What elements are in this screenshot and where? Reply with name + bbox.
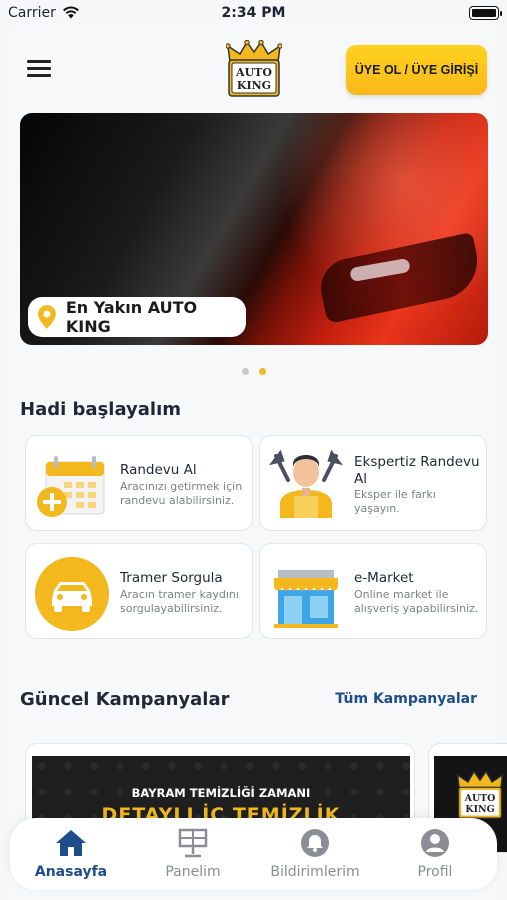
nav-label: Anasayfa <box>34 864 108 880</box>
nearest-branch-button[interactable]: En Yakın AUTO KING <box>28 297 246 337</box>
nav-item-home[interactable]: Anasayfa <box>16 828 126 880</box>
card-expertise[interactable]: Ekspertiz Randevu Al Eksper ile farkı ya… <box>259 435 487 531</box>
card-description: Online market ile alışveriş yapabilirsin… <box>354 588 479 615</box>
card-description: Eksper ile farkı yaşayın. <box>354 488 436 515</box>
calendar-plus-icon <box>37 456 105 517</box>
store-icon <box>274 570 338 628</box>
carousel-dot-active[interactable] <box>259 368 266 375</box>
campaign-headline: BAYRAM TEMİZLİĞİ ZAMANI <box>131 786 311 800</box>
section-title-start: Hadi başlayalım <box>20 399 182 420</box>
card-description: Aracın tramer kaydını sorgulayabilirsini… <box>120 588 239 615</box>
car-icon <box>35 557 109 631</box>
clock: 2:34 PM <box>221 5 286 21</box>
card-emarket[interactable]: e-Market Online market ile alışveriş yap… <box>259 543 487 639</box>
auto-king-logo: AUTO KING <box>456 770 504 819</box>
battery-icon <box>469 6 502 20</box>
login-register-button[interactable]: ÜYE OL / ÜYE GİRİŞİ <box>346 45 487 95</box>
card-tramer[interactable]: Tramer Sorgula Aracın tramer kaydını sor… <box>25 543 253 639</box>
logo-text-king: KING <box>465 804 494 815</box>
card-title: Randevu Al <box>120 462 197 478</box>
card-title: Ekspertiz Randevu Al <box>354 454 480 487</box>
section-title-campaigns: Güncel Kampanyalar <box>20 689 230 710</box>
bell-icon <box>301 829 329 857</box>
auto-king-logo: AUTO KING <box>226 40 282 97</box>
bottom-navigation: Anasayfa Panelim Bildirimlerim Profil <box>10 818 497 890</box>
card-appointment[interactable]: Randevu Al Aracınızı getirmek için rande… <box>25 435 253 531</box>
nav-item-notifications[interactable]: Bildirimlerim <box>260 828 370 880</box>
app-screen: Carrier 2:34 PM AUTO KING ÜYE OL / ÜYE G… <box>0 0 507 900</box>
promo-banner[interactable]: En Yakın AUTO KING <box>20 113 488 345</box>
all-campaigns-link[interactable]: Tüm Kampanyalar <box>335 691 477 707</box>
card-title: e-Market <box>354 570 414 586</box>
nearest-branch-label: En Yakın AUTO KING <box>65 298 198 336</box>
logo-text-auto: AUTO <box>235 66 272 79</box>
card-title: Tramer Sorgula <box>120 570 223 586</box>
nav-label: Bildirimlerim <box>270 864 360 880</box>
home-icon <box>56 830 86 856</box>
nav-label: Profil <box>417 864 453 880</box>
carousel-dot[interactable] <box>242 368 249 375</box>
panel-icon <box>178 828 208 858</box>
location-pin-icon <box>38 305 56 329</box>
card-description: Aracınızı getirmek için randevu alabilir… <box>120 480 243 507</box>
mechanic-icon <box>269 449 343 518</box>
nav-item-panel[interactable]: Panelim <box>138 828 248 880</box>
profile-icon <box>421 829 449 857</box>
nav-label: Panelim <box>165 864 221 880</box>
hamburger-menu-icon[interactable] <box>27 60 51 78</box>
logo-text-king: KING <box>237 79 271 92</box>
nav-item-profile[interactable]: Profil <box>380 828 490 880</box>
carousel-indicator <box>242 360 276 379</box>
logo-text-auto: AUTO <box>464 793 496 804</box>
